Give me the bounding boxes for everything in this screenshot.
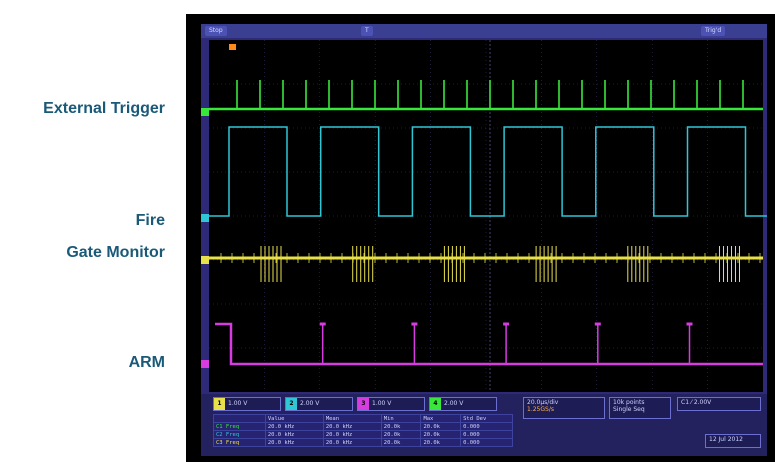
waveform-display <box>201 40 767 392</box>
channel-3-scale: 1.00 V <box>372 400 392 407</box>
ch3-ground-marker <box>201 256 209 264</box>
measurement-row[interactable]: C3 Freq 20.0 kHz 20.0 kHz 20.0k 20.0k 0.… <box>213 438 513 447</box>
measurement-cell: 20.0 kHz <box>322 430 382 439</box>
channel-3-tag: 3 <box>358 398 369 410</box>
measurement-table: Value Mean Min Max Std Dev C1 Freq 20.0 … <box>213 414 513 447</box>
channel-2-tag: 2 <box>286 398 297 410</box>
measurement-cell: 0.000 <box>460 438 513 447</box>
channel-4-tag: 4 <box>430 398 441 410</box>
measurement-cell: 20.0 kHz <box>322 422 382 431</box>
measurement-row[interactable]: C2 Freq 20.0 kHz 20.0 kHz 20.0k 20.0k 0.… <box>213 430 513 439</box>
sample-rate-value: 1.25GS/s <box>527 406 554 413</box>
oscilloscope-screen: Stop T Trig'd 11.00 V 22.00 V 31.00 V <box>201 24 767 456</box>
measurement-header <box>213 414 266 423</box>
channel-1-tag: 1 <box>214 398 225 410</box>
measurement-cell: 20.0 kHz <box>264 438 324 447</box>
channel-1-readout[interactable]: 1 1.00 V <box>213 397 281 411</box>
scope-bottom-panel: 1 1.00 V 2 2.00 V 3 1.00 V 4 2.00 V Value Me… <box>201 394 767 456</box>
timebase-value: 20.0µs/div <box>527 399 559 406</box>
measurement-header: Value <box>264 414 324 423</box>
measurement-header: Mean <box>322 414 382 423</box>
ch1-ground-marker <box>201 108 209 116</box>
oscilloscope-frame: Stop T Trig'd 11.00 V 22.00 V 31.00 V <box>186 14 775 462</box>
ch4-ground-marker <box>201 360 209 368</box>
measurement-cell: 20.0 kHz <box>322 438 382 447</box>
measurement-cell: 20.0k <box>420 422 462 431</box>
measurement-cell: 20.0k <box>420 438 462 447</box>
ch2-ground-marker <box>201 214 209 222</box>
channel-2-scale: 2.00 V <box>300 400 320 407</box>
measurement-header-row: Value Mean Min Max Std Dev <box>213 414 513 423</box>
trigger-marker-icon <box>229 44 236 50</box>
measurement-header: Min <box>380 414 422 423</box>
date-value: 12 Jul 2012 <box>709 436 743 443</box>
acquisition-mode-value: Single Seq <box>613 406 645 413</box>
record-length-value: 10k points <box>613 399 645 406</box>
measurement-cell: 20.0k <box>380 438 422 447</box>
measurement-cell: 0.000 <box>460 430 513 439</box>
trigger-level-value: C1 ⁄ 2.00V <box>681 399 712 406</box>
label-external-trigger: External Trigger <box>43 100 165 117</box>
measurement-cell: 20.0 kHz <box>264 430 324 439</box>
label-fire: Fire <box>135 212 165 229</box>
measurement-cell: C3 Freq <box>213 438 266 447</box>
measurement-cell: 0.000 <box>460 422 513 431</box>
measurement-cell: 20.0k <box>420 430 462 439</box>
record-length-readout[interactable]: 10k points Single Seq <box>609 397 671 419</box>
label-gate-monitor: Gate Monitor <box>66 244 165 261</box>
measurement-cell: 20.0k <box>380 430 422 439</box>
timebase-readout[interactable]: 20.0µs/div 1.25GS/s <box>523 397 605 419</box>
trigger-readout[interactable]: C1 ⁄ 2.00V <box>677 397 761 411</box>
channel-4-scale: 2.00 V <box>444 400 464 407</box>
measurement-cell: C1 Freq <box>213 422 266 431</box>
channel-1-scale: 1.00 V <box>228 400 248 407</box>
date-readout: 12 Jul 2012 <box>705 434 761 448</box>
measurement-header: Max <box>420 414 462 423</box>
measurement-cell: 20.0 kHz <box>264 422 324 431</box>
channel-3-readout[interactable]: 3 1.00 V <box>357 397 425 411</box>
channel-2-readout[interactable]: 2 2.00 V <box>285 397 353 411</box>
measurement-row[interactable]: C1 Freq 20.0 kHz 20.0 kHz 20.0k 20.0k 0.… <box>213 422 513 431</box>
label-arm: ARM <box>128 354 165 371</box>
measurement-cell: 20.0k <box>380 422 422 431</box>
measurement-cell: C2 Freq <box>213 430 266 439</box>
measurement-header: Std Dev <box>460 414 513 423</box>
channel-4-readout[interactable]: 4 2.00 V <box>429 397 497 411</box>
